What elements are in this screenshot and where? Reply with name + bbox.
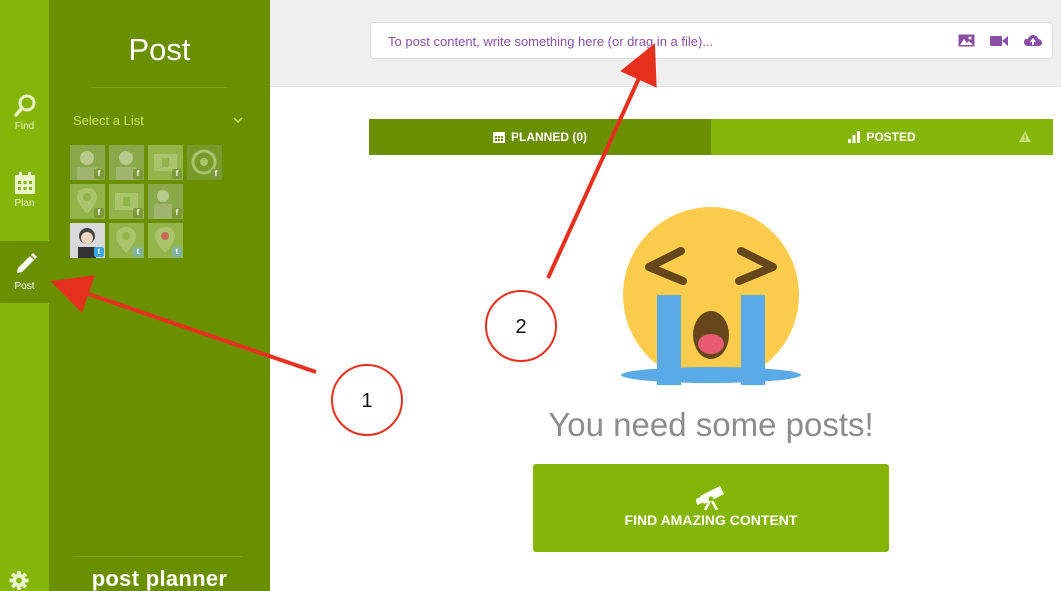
calendar-icon [492, 132, 505, 143]
post-panel: Post Select a List f f f f f f f t t t p… [49, 0, 270, 591]
profile-avatar[interactable]: f [187, 145, 222, 180]
composer-bar: To post content, write something here (o… [270, 0, 1061, 87]
profile-avatar[interactable]: f [70, 184, 105, 219]
composer-actions [946, 34, 1042, 50]
nav-item-find[interactable]: Find [0, 93, 49, 155]
tab-posted-label: POSTED [866, 130, 916, 144]
twitter-icon: t [94, 247, 104, 257]
panel-title: Post [128, 32, 191, 67]
tab-posted[interactable]: POSTED [711, 119, 1053, 155]
select-list-dropdown[interactable]: Select a List [73, 113, 243, 128]
post-planner-logo: post planner [91, 566, 228, 591]
post-content-input[interactable]: To post content, write something here (o… [370, 22, 1053, 59]
profile-avatar[interactable]: f [70, 145, 105, 180]
select-list-label: Select a List [73, 113, 144, 128]
nav-rail: Find Plan Post [0, 0, 49, 591]
pencil-icon [16, 253, 37, 273]
post-tabs: PLANNED (0) POSTED [369, 119, 1053, 155]
facebook-icon: f [133, 208, 143, 218]
facebook-icon: f [211, 169, 221, 179]
nav-item-post-label: Post [14, 281, 35, 292]
post-content-placeholder: To post content, write something here (o… [388, 34, 714, 49]
profile-avatar[interactable]: t [70, 223, 105, 258]
profile-avatar[interactable]: f [109, 145, 144, 180]
find-amazing-content-button[interactable]: FIND AMAZING CONTENT [533, 464, 889, 552]
facebook-icon: f [94, 169, 104, 179]
annotation-marker-2: 2 [485, 290, 557, 362]
profile-avatar[interactable]: f [109, 184, 144, 219]
divider [73, 556, 243, 557]
facebook-icon: f [133, 169, 143, 179]
find-amazing-content-label: FIND AMAZING CONTENT [624, 512, 798, 528]
calendar-icon [14, 172, 35, 194]
profile-avatar[interactable]: t [109, 223, 144, 258]
image-icon[interactable] [958, 34, 975, 50]
twitter-icon: t [133, 247, 143, 257]
profile-avatar[interactable]: t [148, 223, 183, 258]
nav-item-find-label: Find [14, 121, 35, 132]
nav-item-post[interactable]: Post [0, 241, 49, 303]
bar-chart-icon [848, 131, 861, 143]
facebook-icon: f [172, 208, 182, 218]
profile-avatar[interactable]: f [148, 145, 183, 180]
annotation-marker-1: 1 [331, 364, 403, 436]
warning-icon [1019, 131, 1031, 142]
crying-face-icon [621, 207, 801, 385]
gear-icon[interactable] [8, 570, 30, 591]
twitter-icon: t [172, 247, 182, 257]
nav-item-plan[interactable]: Plan [0, 170, 49, 232]
profile-avatar[interactable]: f [148, 184, 183, 219]
chevron-down-icon [233, 117, 243, 124]
empty-state-message: You need some posts! [548, 406, 874, 443]
video-icon[interactable] [990, 35, 1009, 50]
upload-icon[interactable] [1024, 34, 1042, 50]
facebook-icon: f [94, 208, 104, 218]
facebook-icon: f [172, 169, 182, 179]
telescope-icon [696, 486, 724, 510]
divider [91, 87, 227, 88]
tab-planned-label: PLANNED (0) [510, 130, 587, 144]
tab-planned[interactable]: PLANNED (0) [369, 119, 711, 155]
nav-item-plan-label: Plan [14, 198, 35, 209]
search-icon [13, 94, 35, 117]
